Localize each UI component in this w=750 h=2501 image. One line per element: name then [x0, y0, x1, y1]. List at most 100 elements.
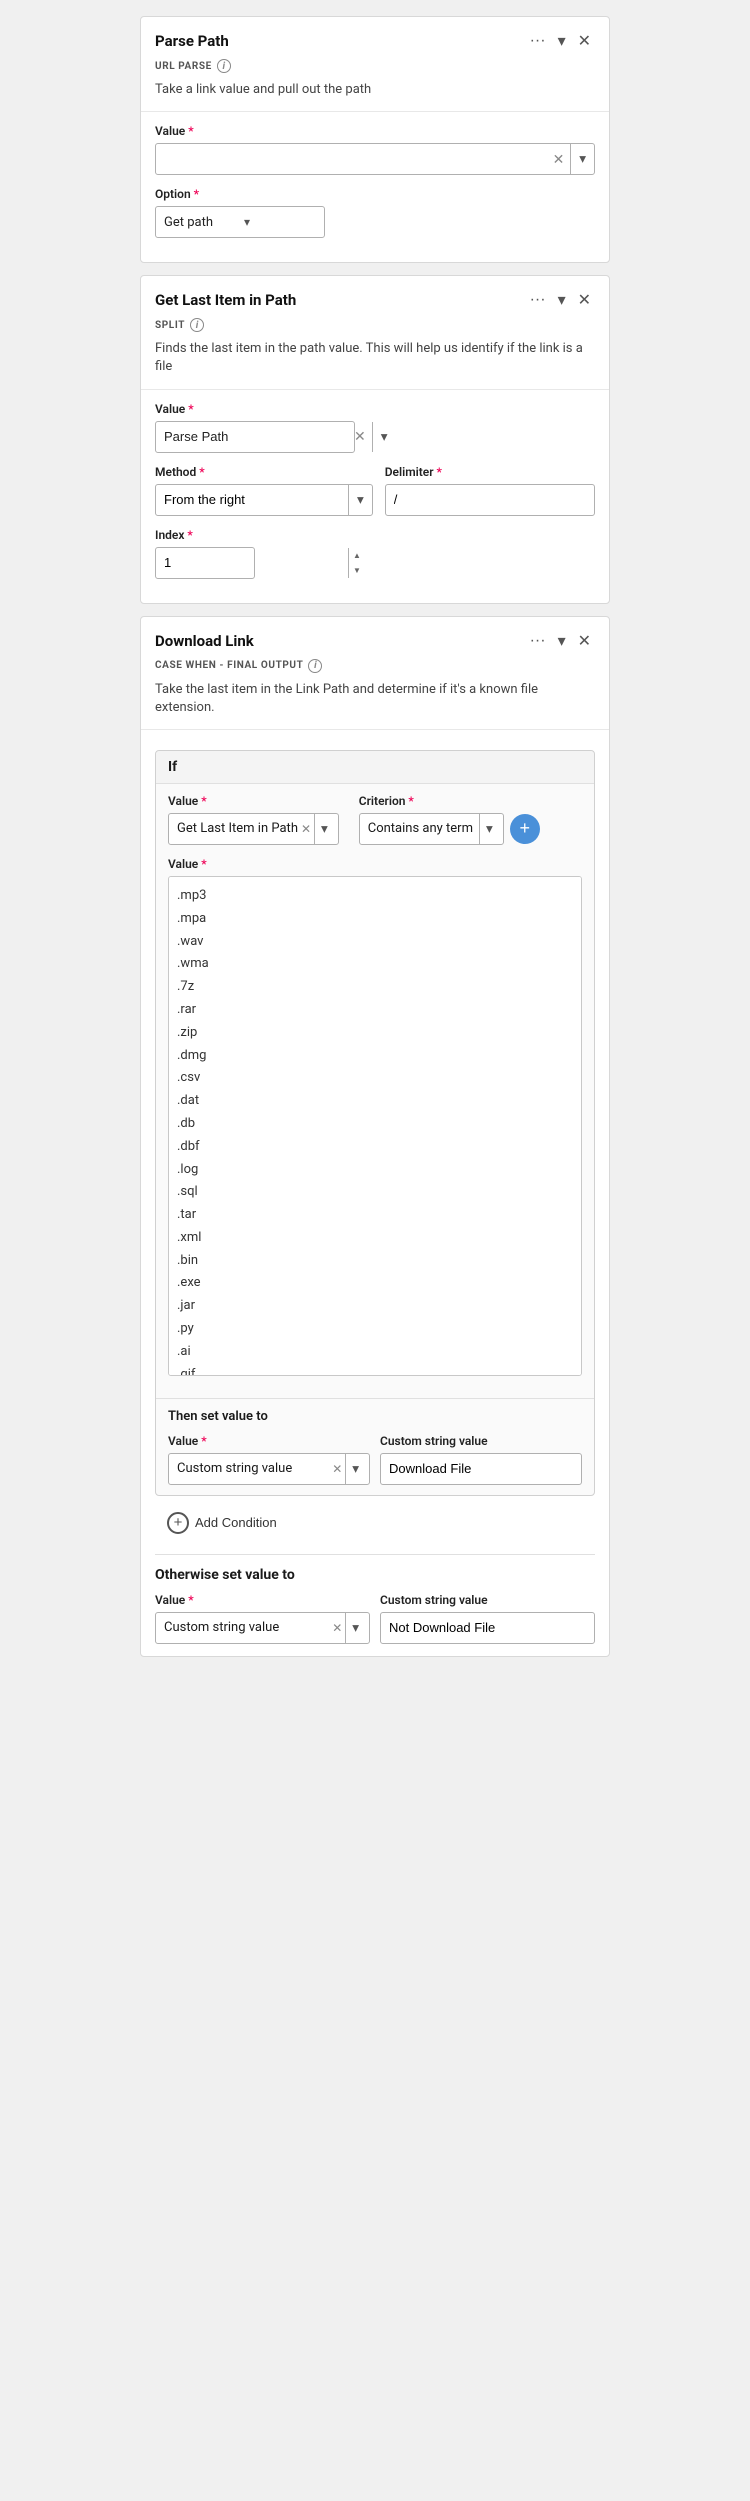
download-link-desc: Take the last item in the Link Path and …: [141, 679, 609, 730]
get-last-item-index-spinners: ▲ ▼: [348, 548, 365, 578]
criterion-value-chevron-btn[interactable]: ▾: [314, 814, 334, 844]
get-last-item-delimiter-field: Delimiter *: [385, 465, 595, 516]
list-item: .wma: [177, 953, 573, 976]
download-link-title: Download Link: [155, 632, 254, 650]
get-last-item-delimiter-input[interactable]: [385, 484, 595, 516]
parse-path-body: Value * ✕ ▾ Option * Get path ▾: [141, 112, 609, 262]
get-last-item-index-down-btn[interactable]: ▼: [349, 563, 365, 578]
parse-path-desc: Take a link value and pull out the path: [141, 79, 609, 112]
list-item: .py: [177, 1318, 573, 1341]
download-link-info-icon[interactable]: i: [308, 659, 322, 673]
then-value-text: Custom string value: [177, 1461, 329, 1476]
parse-path-info-icon[interactable]: i: [217, 59, 231, 73]
list-item: .db: [177, 1113, 573, 1136]
then-row: Value * Custom string value ✕ ▾ Custom s…: [168, 1434, 582, 1485]
list-item: .xml: [177, 1227, 573, 1250]
criterion-value-col: Value * Get Last Item in Path ✕ ▾: [168, 794, 339, 845]
download-link-collapse-btn[interactable]: ▾: [554, 629, 570, 653]
add-condition-label: Add Condition: [195, 1515, 277, 1530]
download-link-close-btn[interactable]: ✕: [574, 629, 595, 653]
get-last-item-method-chevron[interactable]: ▾: [348, 485, 372, 515]
list-item: .log: [177, 1159, 573, 1182]
parse-path-card: Parse Path ··· ▾ ✕ URL PARSE i Take a li…: [140, 16, 610, 263]
criterion-value-select[interactable]: Get Last Item in Path ✕ ▾: [168, 813, 339, 845]
get-last-item-info-icon[interactable]: i: [190, 318, 204, 332]
download-link-body: If Value * Get Last Item in Path ✕ ▾: [141, 730, 609, 1554]
get-last-item-method-select[interactable]: ▾: [155, 484, 373, 516]
list-item: .bin: [177, 1250, 573, 1273]
criterion-type-text: Contains any term: [368, 821, 479, 836]
list-item: .csv: [177, 1067, 573, 1090]
list-item: .exe: [177, 1272, 573, 1295]
parse-path-subtitle: URL PARSE i: [141, 57, 609, 79]
values-box[interactable]: .mp3.mpa.wav.wma.7z.rar.zip.dmg.csv.dat.…: [168, 876, 582, 1376]
parse-path-option-chevron: ▾: [244, 215, 316, 229]
parse-path-value-dropdown-btn[interactable]: ▾: [570, 144, 594, 174]
list-item: .sql: [177, 1181, 573, 1204]
parse-path-value-clear-btn[interactable]: ✕: [547, 151, 571, 168]
criterion-value-text: Get Last Item in Path: [177, 821, 298, 836]
criterion-type-select[interactable]: Contains any term ▾: [359, 813, 504, 845]
get-last-item-index-up-btn[interactable]: ▲: [349, 548, 365, 563]
then-value-clear-btn[interactable]: ✕: [329, 1462, 345, 1476]
get-last-item-collapse-btn[interactable]: ▾: [554, 288, 570, 312]
get-last-item-method-value[interactable]: [156, 492, 348, 507]
then-custom-input[interactable]: [380, 1453, 582, 1485]
parse-path-title: Parse Path: [155, 32, 229, 50]
then-value-chevron-btn[interactable]: ▾: [345, 1454, 365, 1484]
parse-path-value-label: Value *: [155, 124, 595, 138]
list-item: .gif: [177, 1364, 573, 1376]
get-last-item-index-field: Index * ▲ ▼: [155, 528, 595, 579]
if-container: If Value * Get Last Item in Path ✕ ▾: [155, 750, 595, 1496]
get-last-item-actions: ··· ▾ ✕: [526, 288, 595, 312]
get-last-item-close-btn[interactable]: ✕: [574, 288, 595, 312]
get-last-item-index-wrapper: ▲ ▼: [155, 547, 255, 579]
get-last-item-more-btn[interactable]: ···: [526, 289, 550, 311]
parse-path-option-label: Option *: [155, 187, 595, 201]
get-last-item-value-dropdown-btn[interactable]: ▾: [372, 422, 396, 452]
get-last-item-index-input[interactable]: [156, 555, 348, 570]
download-link-badge: CASE WHEN - FINAL OUTPUT: [155, 660, 303, 671]
otherwise-custom-input[interactable]: [380, 1612, 595, 1644]
criterion-value-label: Value *: [168, 794, 339, 808]
get-last-item-value-input[interactable]: [156, 429, 348, 444]
parse-path-close-btn[interactable]: ✕: [574, 29, 595, 53]
download-link-subtitle: CASE WHEN - FINAL OUTPUT i: [141, 657, 609, 679]
list-item: .tar: [177, 1204, 573, 1227]
download-link-card: Download Link ··· ▾ ✕ CASE WHEN - FINAL …: [140, 616, 610, 1657]
get-last-item-desc: Finds the last item in the path value. T…: [141, 338, 609, 389]
parse-path-option-value: Get path: [164, 215, 236, 230]
criterion-type-chevron-btn[interactable]: ▾: [479, 814, 499, 844]
criterion-value-clear-btn[interactable]: ✕: [298, 822, 314, 836]
get-last-item-index-label: Index *: [155, 528, 595, 542]
get-last-item-header: Get Last Item in Path ··· ▾ ✕: [141, 276, 609, 316]
list-item: .mpa: [177, 908, 573, 931]
parse-path-value-input[interactable]: [156, 152, 547, 167]
get-last-item-value-clear-btn[interactable]: ✕: [348, 428, 372, 445]
list-item: .dbf: [177, 1136, 573, 1159]
then-label: Then set value to: [168, 1409, 582, 1424]
download-link-more-btn[interactable]: ···: [526, 630, 550, 652]
get-last-item-body: Value * ✕ ▾ Method * ▾: [141, 390, 609, 603]
then-custom-col: Custom string value: [380, 1434, 582, 1485]
if-body: Value * Get Last Item in Path ✕ ▾ Criter…: [156, 784, 594, 1398]
criterion-col: Criterion * Contains any term ▾ +: [359, 794, 540, 845]
otherwise-value-chevron-btn[interactable]: ▾: [345, 1613, 365, 1643]
parse-path-more-btn[interactable]: ···: [526, 30, 550, 52]
otherwise-value-select[interactable]: Custom string value ✕ ▾: [155, 1612, 370, 1644]
otherwise-value-clear-btn[interactable]: ✕: [329, 1621, 345, 1635]
get-last-item-value-input-wrapper: ✕ ▾: [155, 421, 355, 453]
list-item: .dmg: [177, 1045, 573, 1068]
then-value-label: Value *: [168, 1434, 370, 1448]
otherwise-label: Otherwise set value to: [155, 1567, 595, 1583]
get-last-item-method-field: Method * ▾: [155, 465, 373, 516]
add-condition-btn[interactable]: + Add Condition: [155, 1504, 289, 1542]
list-item: .7z: [177, 976, 573, 999]
otherwise-value-col: Value * Custom string value ✕ ▾: [155, 1593, 370, 1644]
parse-path-collapse-btn[interactable]: ▾: [554, 29, 570, 53]
parse-path-option-select[interactable]: Get path ▾: [155, 206, 325, 238]
list-item: .mp3: [177, 885, 573, 908]
then-value-select[interactable]: Custom string value ✕ ▾: [168, 1453, 370, 1485]
if-label: If: [168, 759, 177, 775]
criterion-add-btn[interactable]: +: [510, 814, 540, 844]
